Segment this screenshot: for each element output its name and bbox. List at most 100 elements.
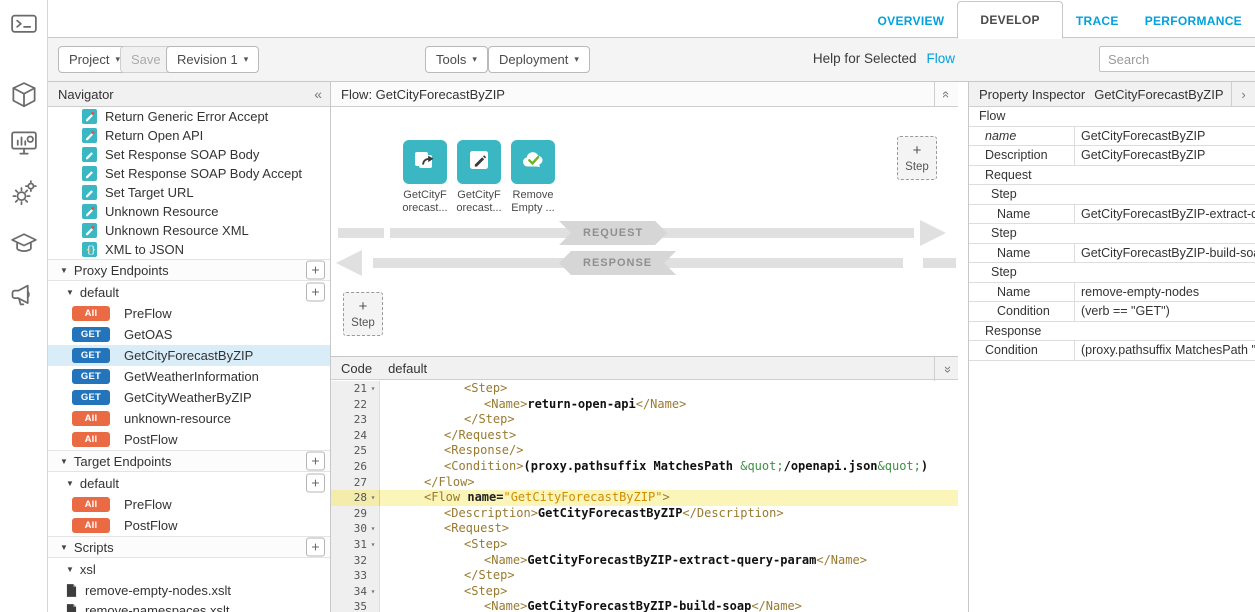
- nav-policy-set-response-soap-body-accept[interactable]: Set Response SOAP Body Accept: [48, 164, 330, 183]
- deployment-menu-button[interactable]: Deployment▾: [488, 46, 590, 73]
- property-value[interactable]: (verb == "GET"): [1075, 302, 1255, 321]
- code-line-35[interactable]: 35<Name>GetCityForecastByZIP-build-soap<…: [331, 599, 958, 612]
- nav-section-proxy-endpoints[interactable]: ▼Proxy Endpoints+: [48, 259, 330, 281]
- expander-triangle-icon[interactable]: ▼: [60, 266, 68, 275]
- code-text[interactable]: </Step>: [380, 412, 958, 428]
- property-value[interactable]: (proxy.pathsuffix MatchesPath "/c: [1075, 341, 1255, 360]
- code-line-28[interactable]: 28▾<Flow name="GetCityForecastByZIP">: [331, 490, 958, 506]
- line-gutter[interactable]: 28▾: [331, 490, 380, 506]
- line-gutter[interactable]: 35: [331, 599, 380, 612]
- collapse-panel-icon[interactable]: «: [314, 86, 322, 102]
- property-value[interactable]: GetCityForecastByZIP-extract-query-param: [1075, 205, 1255, 224]
- add-proxy-endpoints-button[interactable]: +: [306, 261, 325, 280]
- line-gutter[interactable]: 33: [331, 568, 380, 584]
- expander-triangle-icon[interactable]: ▼: [60, 457, 68, 466]
- nav-endpoint-unknown-resource[interactable]: Allunknown-resource: [48, 408, 330, 429]
- package-icon[interactable]: [9, 80, 39, 110]
- add-target-endpoints-button[interactable]: +: [306, 452, 325, 471]
- nav-section-target-endpoints[interactable]: ▼Target Endpoints+: [48, 450, 330, 472]
- expander-triangle-icon[interactable]: ▼: [66, 565, 74, 574]
- terminal-icon[interactable]: [9, 10, 39, 40]
- code-line-33[interactable]: 33</Step>: [331, 568, 958, 584]
- monitor-stats-icon[interactable]: [9, 128, 39, 158]
- nav-group-xsl[interactable]: ▼xsl: [48, 558, 330, 580]
- fold-caret-icon[interactable]: ▾: [367, 584, 379, 600]
- code-line-34[interactable]: 34▾<Step>: [331, 584, 958, 600]
- collapse-down-icon[interactable]: «: [934, 357, 958, 381]
- nav-policy-return-generic-error-accept[interactable]: Return Generic Error Accept: [48, 107, 330, 126]
- line-gutter[interactable]: 32: [331, 553, 380, 569]
- tab-develop[interactable]: DEVELOP: [957, 1, 1062, 39]
- code-line-21[interactable]: 21▾<Step>: [331, 381, 958, 397]
- collapse-right-icon[interactable]: ›: [1231, 82, 1255, 106]
- code-line-22[interactable]: 22<Name>return-open-api</Name>: [331, 397, 958, 413]
- add-default-button[interactable]: +: [306, 474, 325, 493]
- fold-caret-icon[interactable]: ▾: [367, 381, 379, 397]
- code-text[interactable]: <Name>GetCityForecastByZIP-extract-query…: [380, 553, 958, 569]
- code-line-29[interactable]: 29<Description>GetCityForecastByZIP</Des…: [331, 506, 958, 522]
- search-input[interactable]: [1099, 46, 1255, 72]
- code-line-30[interactable]: 30▾<Request>: [331, 521, 958, 537]
- fold-caret-icon[interactable]: ▾: [367, 490, 379, 506]
- code-line-31[interactable]: 31▾<Step>: [331, 537, 958, 553]
- nav-endpoint-getcityforecastbyzip[interactable]: GETGetCityForecastByZIP: [48, 345, 330, 366]
- add-step-button[interactable]: + Step: [343, 292, 383, 336]
- expander-triangle-icon[interactable]: ▼: [66, 288, 74, 297]
- line-gutter[interactable]: 29: [331, 506, 380, 522]
- code-text[interactable]: <Step>: [380, 381, 958, 397]
- property-value[interactable]: GetCityForecastByZIP: [1075, 146, 1255, 165]
- nav-policy-set-target-url[interactable]: Set Target URL: [48, 183, 330, 202]
- graduation-cap-icon[interactable]: [9, 228, 39, 258]
- revision-menu-button[interactable]: Revision 1▾: [166, 46, 259, 73]
- expander-triangle-icon[interactable]: ▼: [66, 479, 74, 488]
- help-flow-link[interactable]: Flow: [926, 51, 955, 66]
- code-line-23[interactable]: 23</Step>: [331, 412, 958, 428]
- code-text[interactable]: <Condition>(proxy.pathsuffix MatchesPath…: [380, 459, 958, 475]
- nav-file-remove-namespaces-xslt[interactable]: remove-namespaces.xslt: [48, 600, 330, 612]
- code-text[interactable]: </Flow>: [380, 475, 958, 491]
- line-gutter[interactable]: 21▾: [331, 381, 380, 397]
- nav-endpoint-getweatherinformation[interactable]: GETGetWeatherInformation: [48, 366, 330, 387]
- code-text[interactable]: </Step>: [380, 568, 958, 584]
- nav-policy-xml-to-json[interactable]: {}XML to JSON: [48, 240, 330, 259]
- nav-endpoint-getcityweatherbyzip[interactable]: GETGetCityWeatherByZIP: [48, 387, 330, 408]
- code-text[interactable]: <Request>: [380, 521, 958, 537]
- tab-overview[interactable]: OVERVIEW: [865, 3, 958, 38]
- nav-endpoint-preflow[interactable]: AllPreFlow: [48, 494, 330, 515]
- nav-endpoint-postflow[interactable]: AllPostFlow: [48, 429, 330, 450]
- code-line-27[interactable]: 27</Flow>: [331, 475, 958, 491]
- megaphone-icon[interactable]: [9, 280, 39, 310]
- code-text[interactable]: </Request>: [380, 428, 958, 444]
- code-line-32[interactable]: 32<Name>GetCityForecastByZIP-extract-que…: [331, 553, 958, 569]
- add-default-button[interactable]: +: [306, 283, 325, 302]
- code-text[interactable]: <Name>GetCityForecastByZIP-build-soap</N…: [380, 599, 958, 612]
- code-text[interactable]: <Response/>: [380, 443, 958, 459]
- tab-performance[interactable]: PERFORMANCE: [1132, 3, 1255, 38]
- line-gutter[interactable]: 24: [331, 428, 380, 444]
- collapse-up-icon[interactable]: «: [934, 82, 958, 106]
- nav-policy-unknown-resource[interactable]: Unknown Resource: [48, 202, 330, 221]
- property-value[interactable]: GetCityForecastByZIP-build-soap: [1075, 244, 1255, 263]
- line-gutter[interactable]: 27: [331, 475, 380, 491]
- line-gutter[interactable]: 22: [331, 397, 380, 413]
- expander-triangle-icon[interactable]: ▼: [60, 543, 68, 552]
- tab-trace[interactable]: TRACE: [1063, 3, 1132, 38]
- property-value[interactable]: remove-empty-nodes: [1075, 283, 1255, 302]
- flow-step-1[interactable]: [403, 140, 447, 184]
- flow-step-2[interactable]: [457, 140, 501, 184]
- code-line-26[interactable]: 26<Condition>(proxy.pathsuffix MatchesPa…: [331, 459, 958, 475]
- nav-group-default[interactable]: ▼default+: [48, 472, 330, 494]
- line-gutter[interactable]: 26: [331, 459, 380, 475]
- code-editor[interactable]: 21▾<Step>22<Name>return-open-api</Name>2…: [331, 381, 958, 612]
- nav-endpoint-getoas[interactable]: GETGetOAS: [48, 324, 330, 345]
- nav-policy-set-response-soap-body[interactable]: Set Response SOAP Body: [48, 145, 330, 164]
- fold-caret-icon[interactable]: ▾: [367, 521, 379, 537]
- nav-policy-return-open-api[interactable]: Return Open API: [48, 126, 330, 145]
- code-text[interactable]: <Step>: [380, 584, 958, 600]
- save-button[interactable]: Save: [120, 46, 172, 73]
- nav-section-scripts[interactable]: ▼Scripts+: [48, 536, 330, 558]
- nav-policy-unknown-resource-xml[interactable]: Unknown Resource XML: [48, 221, 330, 240]
- nav-endpoint-preflow[interactable]: AllPreFlow: [48, 303, 330, 324]
- line-gutter[interactable]: 30▾: [331, 521, 380, 537]
- line-gutter[interactable]: 25: [331, 443, 380, 459]
